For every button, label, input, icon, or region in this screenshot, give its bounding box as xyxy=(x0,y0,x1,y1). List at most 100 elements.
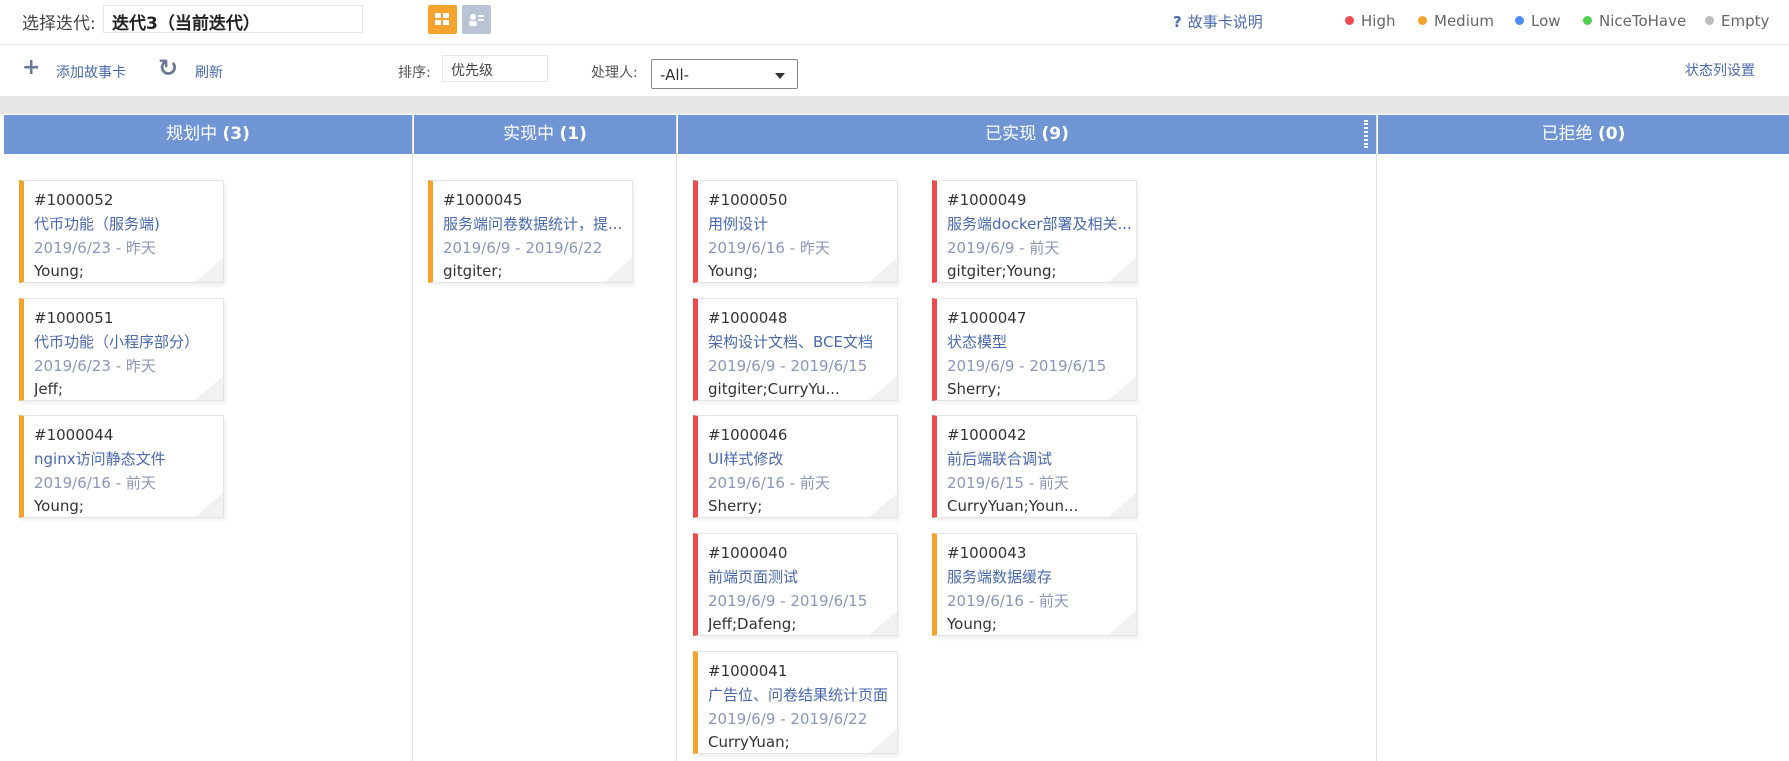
page-fold xyxy=(869,611,897,635)
board-view-button[interactable] xyxy=(428,5,457,34)
legend-high: High xyxy=(1345,12,1395,30)
page-fold xyxy=(869,258,897,282)
card-dates: 2019/6/16 - 前天 xyxy=(708,474,830,492)
owner-dropdown[interactable]: -All- xyxy=(651,59,798,89)
card-owner: Sherry; xyxy=(708,497,763,515)
top-bar: 选择迭代: 迭代3（当前迭代） ? 故事卡说明 High Medium Low N… xyxy=(0,0,1789,45)
sort-field[interactable]: 优先级 xyxy=(442,55,548,82)
card-dates: 2019/6/15 - 前天 xyxy=(947,474,1069,492)
card-dates: 2019/6/16 - 前天 xyxy=(947,592,1069,610)
card-owner: gitgiter; xyxy=(443,262,503,280)
card-title[interactable]: 状态模型 xyxy=(947,330,1135,354)
page-fold xyxy=(869,376,897,400)
card-title[interactable]: UI样式修改 xyxy=(708,447,896,471)
card-title[interactable]: 前后端联合调试 xyxy=(947,447,1135,471)
card-owner: Sherry; xyxy=(947,380,1002,398)
card-title[interactable]: 服务端数据缓存 xyxy=(947,565,1135,589)
page-fold xyxy=(1108,493,1136,517)
kanban-board: 规划中 (3) #1000052 代币功能（服务端) 2019/6/23 - 昨… xyxy=(0,114,1789,761)
page-fold xyxy=(869,493,897,517)
question-icon: ? xyxy=(1173,13,1182,31)
card-id: #1000041 xyxy=(708,662,788,680)
card-id: #1000048 xyxy=(708,309,788,327)
dot-icon xyxy=(1705,16,1714,25)
card-title[interactable]: 前端页面测试 xyxy=(708,565,896,589)
card-dates: 2019/6/9 - 2019/6/15 xyxy=(947,357,1107,375)
dot-icon xyxy=(1515,16,1524,25)
story-card-help-link[interactable]: ? 故事卡说明 xyxy=(1173,11,1263,32)
story-card[interactable]: #1000040 前端页面测试 2019/6/9 - 2019/6/15 Jef… xyxy=(693,533,898,636)
card-title[interactable]: nginx访问静态文件 xyxy=(34,447,222,471)
card-owner: Jeff; xyxy=(34,380,64,398)
card-title[interactable]: 架构设计文档、BCE文档 xyxy=(708,330,896,354)
dot-icon xyxy=(1345,16,1354,25)
iteration-label: 选择迭代: xyxy=(22,14,96,34)
column-header[interactable]: 已实现 (9) xyxy=(678,115,1376,154)
card-owner: CurryYuan;Youn... xyxy=(947,497,1079,515)
card-title[interactable]: 服务端问卷数据统计，提... xyxy=(443,212,631,236)
add-story-card-label: 添加故事卡 xyxy=(56,65,126,81)
story-card[interactable]: #1000047 状态模型 2019/6/9 - 2019/6/15 Sherr… xyxy=(932,298,1137,401)
iteration-select[interactable]: 迭代3（当前迭代） xyxy=(103,5,363,34)
story-card[interactable]: #1000041 广告位、问卷结果统计页面 2019/6/9 - 2019/6/… xyxy=(693,651,898,754)
page-fold xyxy=(195,376,223,400)
card-id: #1000050 xyxy=(708,191,788,209)
card-owner: CurryYuan; xyxy=(708,733,790,751)
card-id: #1000047 xyxy=(947,309,1027,327)
page-fold xyxy=(195,258,223,282)
story-card[interactable]: #1000048 架构设计文档、BCE文档 2019/6/9 - 2019/6/… xyxy=(693,298,898,401)
column-rejected: 已拒绝 (0) xyxy=(1378,114,1789,761)
card-title[interactable]: 服务端docker部署及相关... xyxy=(947,212,1135,236)
sort-label: 排序: xyxy=(398,65,431,81)
card-dates: 2019/6/9 - 2019/6/22 xyxy=(708,710,868,728)
user-card-icon xyxy=(469,14,484,26)
column-done: 已实现 (9) #1000050 用例设计 2019/6/16 - 昨天 You… xyxy=(678,114,1377,761)
column-settings-link[interactable]: 状态列设置 xyxy=(1685,60,1755,80)
column-header[interactable]: 已拒绝 (0) xyxy=(1378,115,1789,154)
card-owner: gitgiter;CurryYu... xyxy=(708,380,840,398)
owner-label: 处理人: xyxy=(591,65,638,81)
column-header[interactable]: 实现中 (1) xyxy=(414,115,676,154)
column-header[interactable]: 规划中 (3) xyxy=(4,115,412,154)
card-id: #1000051 xyxy=(34,309,114,327)
card-id: #1000046 xyxy=(708,426,788,444)
card-id: #1000052 xyxy=(34,191,114,209)
story-card[interactable]: #1000045 服务端问卷数据统计，提... 2019/6/9 - 2019/… xyxy=(428,180,633,283)
story-card[interactable]: #1000042 前后端联合调试 2019/6/15 - 前天 CurryYua… xyxy=(932,415,1137,518)
card-dates: 2019/6/23 - 昨天 xyxy=(34,239,156,257)
card-dates: 2019/6/16 - 前天 xyxy=(34,474,156,492)
caret-down-icon xyxy=(775,73,785,79)
dot-icon xyxy=(1583,16,1592,25)
card-id: #1000044 xyxy=(34,426,114,444)
legend-nicetohave: NiceToHave xyxy=(1583,12,1686,30)
page-fold xyxy=(1108,376,1136,400)
card-dates: 2019/6/16 - 昨天 xyxy=(708,239,830,257)
story-card[interactable]: #1000046 UI样式修改 2019/6/16 - 前天 Sherry; xyxy=(693,415,898,518)
card-id: #1000043 xyxy=(947,544,1027,562)
story-card[interactable]: #1000049 服务端docker部署及相关... 2019/6/9 - 前天… xyxy=(932,180,1137,283)
card-title[interactable]: 广告位、问卷结果统计页面 xyxy=(708,683,896,707)
dot-icon xyxy=(1418,16,1427,25)
toolbar: + 添加故事卡 ↻ 刷新 排序: 优先级 处理人: -All- 状态列设置 xyxy=(0,46,1789,96)
resize-grip-icon[interactable] xyxy=(1364,120,1368,148)
story-card[interactable]: #1000051 代币功能（小程序部分） 2019/6/23 - 昨天 Jeff… xyxy=(19,298,224,401)
legend-low: Low xyxy=(1515,12,1561,30)
column-in-progress: 实现中 (1) #1000045 服务端问卷数据统计，提... 2019/6/9… xyxy=(414,114,677,761)
story-card[interactable]: #1000044 nginx访问静态文件 2019/6/16 - 前天 Youn… xyxy=(19,415,224,518)
page-fold xyxy=(195,493,223,517)
refresh-icon: ↻ xyxy=(158,54,179,82)
card-id: #1000049 xyxy=(947,191,1027,209)
owner-dropdown-value: -All- xyxy=(660,66,690,84)
card-owner: Young; xyxy=(708,262,758,280)
story-card[interactable]: #1000050 用例设计 2019/6/16 - 昨天 Young; xyxy=(693,180,898,283)
list-view-button[interactable] xyxy=(462,5,491,34)
card-dates: 2019/6/9 - 前天 xyxy=(947,239,1060,257)
card-id: #1000042 xyxy=(947,426,1027,444)
story-card[interactable]: #1000043 服务端数据缓存 2019/6/16 - 前天 Young; xyxy=(932,533,1137,636)
card-title[interactable]: 代币功能（服务端) xyxy=(34,212,222,236)
legend-empty: Empty xyxy=(1705,12,1769,30)
card-title[interactable]: 用例设计 xyxy=(708,212,896,236)
story-card[interactable]: #1000052 代币功能（服务端) 2019/6/23 - 昨天 Young; xyxy=(19,180,224,283)
card-title[interactable]: 代币功能（小程序部分） xyxy=(34,330,222,354)
legend-medium: Medium xyxy=(1418,12,1494,30)
